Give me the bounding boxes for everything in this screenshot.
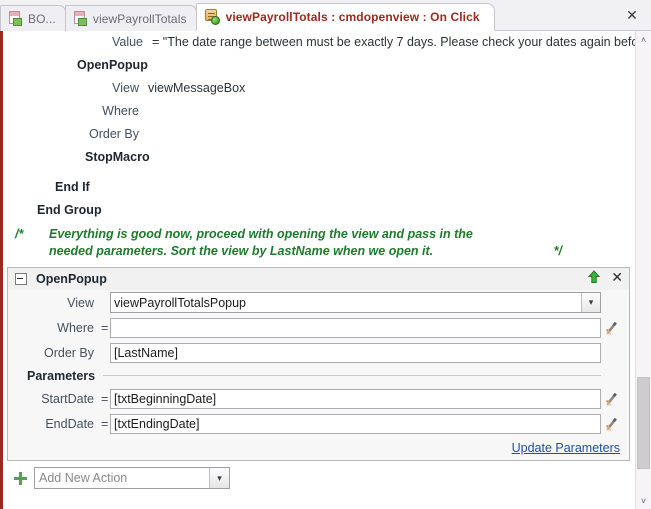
tab-cmdopenview-onclick[interactable]: viewPayrollTotals : cmdopenview : On Cli… <box>195 3 495 31</box>
row-orderby: Order By [LastName] <box>8 340 629 365</box>
add-new-action-value: Add New Action <box>39 471 128 485</box>
tab-label: BO... <box>28 11 56 26</box>
macro-line-value-text: "The date range between must be exactly … <box>162 35 651 49</box>
action-block-openpopup: OpenPopup ✕ View viewPayrollTotalsPopup … <box>7 267 630 461</box>
tab-bo[interactable]: BO... <box>0 5 66 31</box>
view-combobox[interactable]: viewPayrollTotalsPopup ▾ <box>110 292 601 313</box>
macro-line-value-text: viewMessageBox <box>148 81 246 95</box>
parameters-divider <box>103 375 601 376</box>
macro-line-label: Order By <box>88 127 139 141</box>
tab-viewpayrolltotals[interactable]: viewPayrollTotals <box>64 5 197 31</box>
macro-line-view[interactable]: View viewMessageBox <box>3 77 634 100</box>
update-parameters-link[interactable]: Update Parameters <box>512 441 620 455</box>
add-icon[interactable] <box>14 471 27 485</box>
row-view: View viewPayrollTotalsPopup ▾ <box>8 290 629 315</box>
macro-line-value[interactable]: Value = "The date range between must be e… <box>3 31 651 54</box>
tab-label: viewPayrollTotals <box>92 11 187 26</box>
action-block-header[interactable]: OpenPopup ✕ <box>8 268 629 290</box>
macro-action-name: OpenPopup <box>77 58 148 72</box>
view-combobox-value: viewPayrollTotalsPopup <box>114 295 247 310</box>
tab-strip: BO... viewPayrollTotals viewPayrollTotal… <box>0 0 651 31</box>
where-input[interactable] <box>110 317 601 338</box>
macro-line-openpopup[interactable]: OpenPopup <box>3 54 634 77</box>
delete-action-icon[interactable]: ✕ <box>611 270 623 284</box>
enddate-input[interactable]: [txtEndingDate] <box>110 413 601 434</box>
macro-line-orderby[interactable]: Order By <box>3 123 634 146</box>
row-eq: = <box>101 320 109 335</box>
macro-line-stopmacro[interactable]: StopMacro <box>3 146 634 169</box>
macro-action-name: End If <box>55 180 90 194</box>
macro-content: Value = "The date range between must be e… <box>3 31 651 509</box>
row-startdate: StartDate = [txtBeginningDate] <box>8 386 629 411</box>
scrollbar-thumb[interactable] <box>637 377 650 469</box>
row-label: View <box>67 295 94 310</box>
comment-close-marker: */ <box>553 244 562 258</box>
vertical-scrollbar[interactable]: ˄ ˅ <box>635 31 651 509</box>
expression-builder-icon[interactable] <box>601 391 623 407</box>
row-label: Order By <box>43 345 94 360</box>
orderby-input[interactable]: [LastName] <box>110 342 601 363</box>
macro-line-endif[interactable]: End If <box>3 176 634 199</box>
tab-label: viewPayrollTotals : cmdopenview : On Cli… <box>225 10 480 24</box>
add-new-action-combobox[interactable]: Add New Action ▾ <box>34 467 230 489</box>
row-label: EndDate <box>45 416 94 431</box>
scroll-down-icon[interactable]: ˅ <box>636 492 651 509</box>
chevron-down-icon[interactable]: ▾ <box>209 468 229 488</box>
macro-line-where[interactable]: Where <box>3 100 634 123</box>
action-block-title: OpenPopup <box>36 272 107 286</box>
row-eq: = <box>101 416 109 431</box>
document-icon <box>8 11 23 26</box>
tab-list: BO... viewPayrollTotals viewPayrollTotal… <box>0 0 495 31</box>
update-parameters-row: Update Parameters <box>8 436 629 460</box>
macro-line-endgroup[interactable]: End Group <box>3 199 634 222</box>
collapse-icon[interactable] <box>15 273 27 285</box>
close-icon[interactable]: ✕ <box>622 5 642 25</box>
parameters-header: Parameters <box>8 365 629 386</box>
macro-action-name: StopMacro <box>85 150 150 164</box>
row-label: StartDate <box>41 391 94 406</box>
row-label: Where <box>57 320 94 335</box>
expression-builder-icon[interactable] <box>601 320 623 336</box>
scroll-up-icon[interactable]: ˄ <box>636 31 651 48</box>
macro-designer-window: BO... viewPayrollTotals viewPayrollTotal… <box>0 0 651 509</box>
parameters-title: Parameters <box>27 368 96 383</box>
row-where: Where = <box>8 315 629 340</box>
move-up-arrow-icon[interactable] <box>587 270 601 284</box>
row-enddate: EndDate = [txtEndingDate] <box>8 411 629 436</box>
macro-line-eq: = <box>152 35 160 49</box>
macro-icon <box>204 9 220 25</box>
startdate-input[interactable]: [txtBeginningDate] <box>110 388 601 409</box>
macro-line-label: Value <box>111 35 143 49</box>
macro-line-label: View <box>112 81 139 95</box>
macro-line-label: Where <box>102 104 139 118</box>
add-new-action-row: Add New Action ▾ <box>3 463 634 493</box>
macro-comment[interactable]: /* Everything is good now, proceed with … <box>3 222 634 264</box>
comment-open-marker: /* <box>15 227 24 241</box>
action-block-tools: ✕ <box>587 270 623 284</box>
document-icon <box>73 11 88 26</box>
expression-builder-icon[interactable] <box>601 416 623 432</box>
macro-action-name: End Group <box>37 203 102 217</box>
chevron-down-icon[interactable]: ▾ <box>581 293 600 312</box>
row-eq: = <box>101 391 109 406</box>
macro-canvas: ˄ ˅ Value = "The date range between must … <box>0 31 651 509</box>
comment-text: Everything is good now, proceed with ope… <box>49 227 473 258</box>
